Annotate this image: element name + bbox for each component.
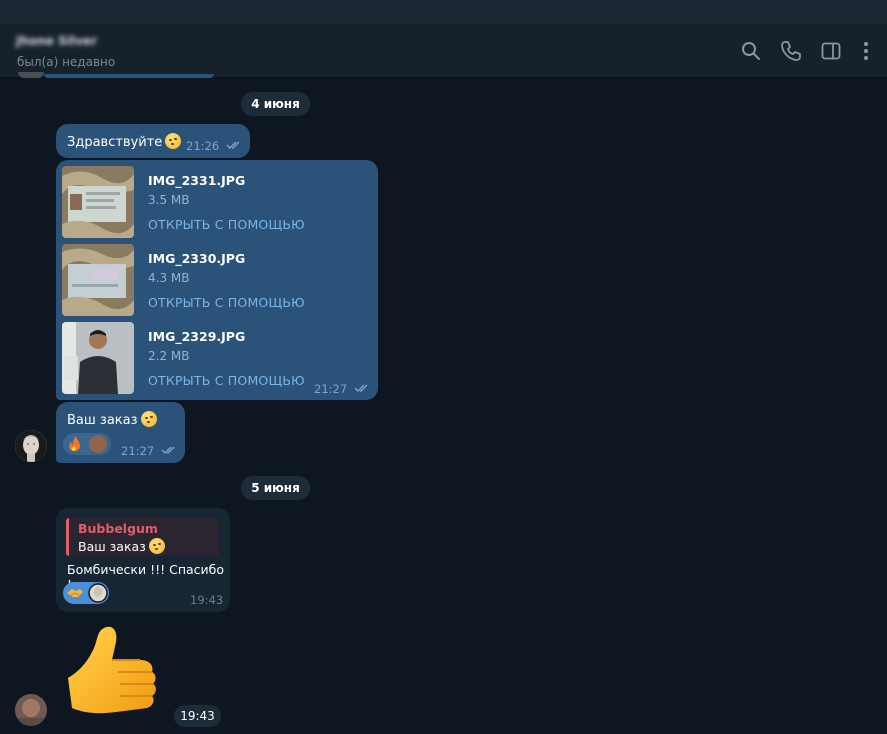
message-bubble-greeting[interactable]: Здравствуйте 21:26 [56, 124, 250, 158]
open-with-link[interactable]: ОТКРЫТЬ С ПОМОЩЬЮ [148, 217, 305, 232]
avatar-edge [18, 72, 44, 78]
file-size: 2.2 MB [148, 349, 190, 363]
sidebar-toggle-icon[interactable] [819, 39, 843, 63]
file-thumbnail[interactable] [62, 166, 134, 238]
sticker-time: 19:43 [174, 705, 221, 727]
sender-avatar[interactable] [15, 694, 47, 726]
file-name: IMG_2331.JPG [148, 173, 246, 188]
file-name: IMG_2329.JPG [148, 329, 246, 344]
message-text: Здравствуйте [67, 133, 182, 150]
message-time: 21:27 [314, 382, 348, 396]
message-time: 19:43 [190, 593, 224, 607]
reaction-fire[interactable] [63, 433, 111, 455]
winking-face-emoji [148, 538, 165, 554]
phone-icon[interactable] [779, 39, 803, 63]
message-time: 21:26 [186, 139, 220, 153]
chat-area[interactable]: 4 июня Здравствуйте 21:26 IMG_2331.JPG 3… [0, 72, 887, 734]
file-thumbnail[interactable] [62, 244, 134, 316]
quoted-reply[interactable]: Bubbelgum Ваш заказ [66, 518, 219, 556]
message-text: Ваш заказ [67, 411, 157, 428]
double-check-icon [161, 446, 175, 454]
search-icon[interactable] [739, 39, 763, 63]
file-size: 4.3 MB [148, 271, 190, 285]
file-thumbnail[interactable] [62, 322, 134, 394]
message-time: 21:27 [121, 444, 155, 458]
file-name: IMG_2330.JPG [148, 251, 246, 266]
file-size: 3.5 MB [148, 193, 190, 207]
quoted-sender: Bubbelgum [78, 521, 158, 536]
message-bubble-order[interactable]: Ваш заказ 21:27 [56, 402, 185, 463]
reaction-handshake[interactable] [63, 582, 109, 604]
winking-face-emoji [165, 133, 182, 149]
contact-name[interactable]: Jhone Silver [16, 34, 97, 48]
thumbs-up-sticker[interactable] [60, 620, 164, 724]
previous-message-edge [44, 74, 214, 78]
chat-header[interactable]: Jhone Silver был(а) недавно [0, 24, 887, 78]
more-vertical-icon[interactable] [854, 39, 878, 63]
open-with-link[interactable]: ОТКРЫТЬ С ПОМОЩЬЮ [148, 295, 305, 310]
double-check-icon [354, 384, 368, 392]
date-separator: 4 июня [241, 92, 310, 116]
open-with-link[interactable]: ОТКРЫТЬ С ПОМОЩЬЮ [148, 373, 305, 388]
message-bubble-files[interactable]: IMG_2331.JPG 3.5 MB ОТКРЫТЬ С ПОМОЩЬЮ IM… [56, 160, 378, 400]
date-separator: 5 июня [241, 476, 310, 500]
double-check-icon [226, 141, 240, 149]
message-bubble-reply[interactable]: Bubbelgum Ваш заказ Бомбически !!! Спаси… [56, 508, 230, 612]
window-titlebar [0, 0, 887, 24]
contact-status: был(а) недавно [17, 55, 116, 69]
quoted-text: Ваш заказ [78, 538, 165, 554]
sender-avatar[interactable] [15, 430, 47, 462]
winking-face-emoji [140, 411, 157, 427]
